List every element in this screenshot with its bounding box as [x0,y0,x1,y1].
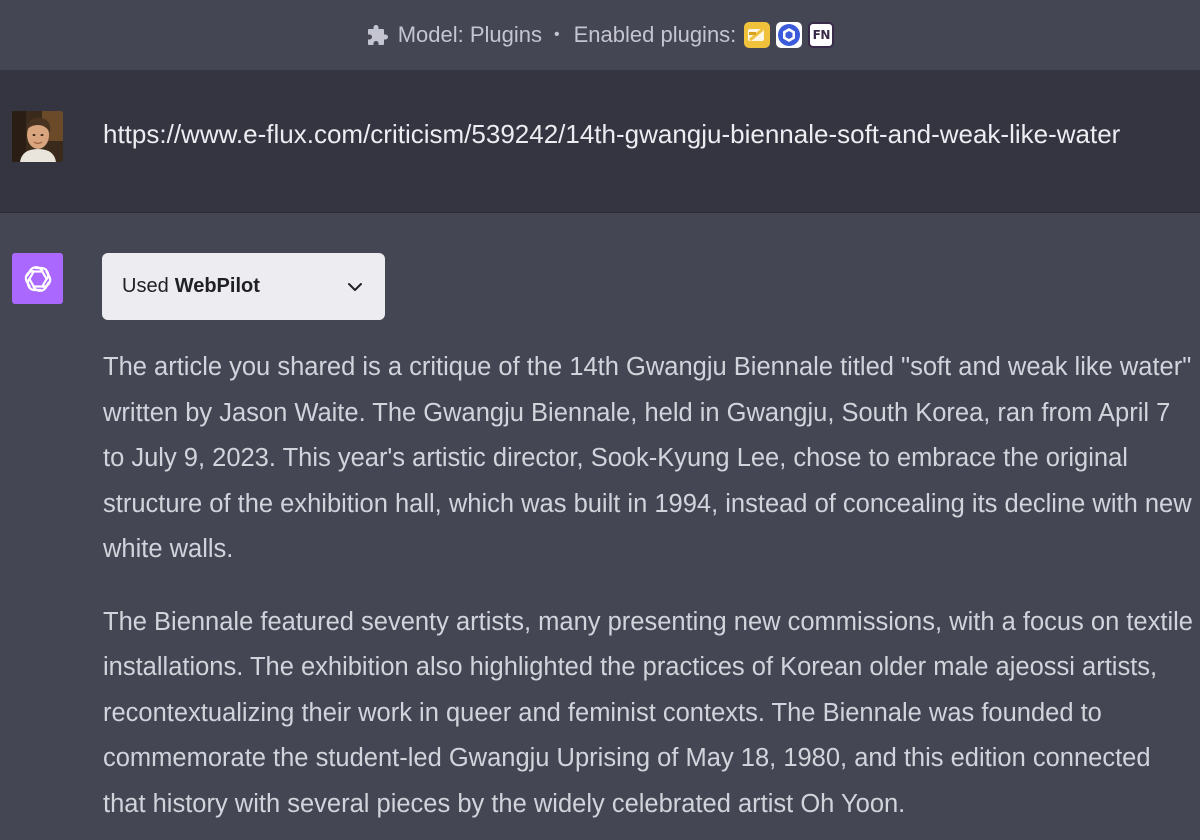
chevron-down-icon[interactable] [345,277,365,297]
enabled-plugins-label: Enabled plugins: [573,22,737,47]
plugin-used-prefix: Used [122,275,169,297]
plugin-used-name: WebPilot [174,275,260,297]
chat-page: Model: Plugins • Enabled plugins: FN htt… [0,0,1200,840]
plugin-blue-ring-icon [776,22,803,48]
separator-dot: • [554,26,560,43]
answer-paragraph: The article you shared is a critique of … [103,353,1192,563]
assistant-message-text: The article you shared is a critique of … [103,345,1193,840]
plugin-fn-icon: FN [808,22,835,48]
chatgpt-logo-icon [12,253,63,304]
user-avatar [12,111,63,162]
answer-paragraph: The Biennale featured seventy artists, m… [103,607,1193,818]
model-info-bar: Model: Plugins • Enabled plugins: FN [0,0,1200,71]
plugin-used-dropdown[interactable]: Used WebPilot [102,253,385,320]
plugin-yellow-icon [744,22,771,48]
user-message-text: https://www.e-flux.com/criticism/539242/… [103,119,1121,149]
model-label: Model: Plugins [397,22,542,47]
puzzle-icon [367,25,388,45]
